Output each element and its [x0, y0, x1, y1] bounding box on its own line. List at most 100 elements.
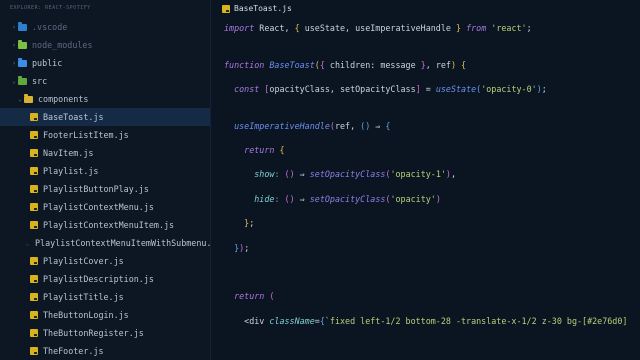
javascript-file-icon — [30, 131, 38, 139]
code-area[interactable]: import React, { useState, useImperativeH… — [212, 17, 640, 360]
code-token: ⇒ — [294, 193, 310, 204]
tree-file[interactable]: PlaylistContextMenuItem.js — [0, 216, 210, 234]
code-line: show: () ⇒ setOpacityClass('opacity-1'), — [224, 167, 456, 181]
code-line: }); — [224, 241, 249, 255]
javascript-file-icon — [30, 113, 38, 121]
tree-item-label: TheButtonRegister.js — [43, 328, 144, 338]
tab-basetoast[interactable]: BaseToast.js — [212, 0, 302, 17]
javascript-file-icon — [30, 203, 38, 211]
code-token: setOpacityClass — [309, 169, 386, 180]
code-token: 'opacity' — [390, 193, 436, 204]
tree-item-label: PlaylistTitle.js — [43, 292, 124, 302]
tree-file[interactable]: PlaylistCover.js — [0, 252, 210, 270]
javascript-file-icon — [30, 293, 38, 301]
tree-item-label: TheButtonLogin.js — [43, 310, 129, 320]
code-line: <div className={`fixed left-1/2 bottom-2… — [224, 314, 627, 328]
folder-icon — [18, 39, 27, 49]
code-token: useState, useImperativeHandle — [299, 23, 456, 33]
tree-file[interactable]: PlaylistDescription.js — [0, 270, 210, 288]
chevron-right-icon[interactable]: › — [10, 60, 18, 67]
tree-file[interactable]: NavItem.js — [0, 144, 210, 162]
tree-folder[interactable]: › public — [0, 54, 210, 72]
code-editor[interactable]: BaseToast.js import React, { useState, u… — [212, 0, 640, 360]
code-token: ; — [526, 23, 532, 33]
tree-file[interactable]: TheButtonRegister.js — [0, 324, 210, 342]
chevron-right-icon[interactable]: › — [10, 24, 18, 31]
tree-item-label: public — [32, 58, 63, 68]
code-line: return { — [224, 143, 285, 157]
code-token: BaseToast — [269, 59, 315, 70]
tree-file[interactable]: PlaylistButtonPlay.js — [0, 180, 210, 198]
javascript-file-icon — [30, 347, 38, 355]
tree-item-label: PlaylistButtonPlay.js — [43, 184, 149, 194]
tree-file[interactable]: PlaylistContextMenuItemWithSubmenu.js — [0, 234, 211, 252]
code-token: return — [234, 291, 265, 302]
tree-item-label: PlaylistContextMenuItemWithSubmenu.js — [35, 238, 211, 248]
tree-item-label: PlaylistDescription.js — [43, 274, 154, 284]
tree-folder[interactable]: › node_modules — [0, 36, 210, 54]
javascript-file-icon — [30, 329, 38, 337]
javascript-file-icon — [30, 167, 38, 175]
tree-file[interactable]: TheButtonLogin.js — [0, 306, 210, 324]
tree-item-label: components — [38, 94, 89, 104]
code-line: return ( — [224, 289, 274, 303]
javascript-file-icon — [30, 185, 38, 193]
code-token: useState — [435, 84, 477, 94]
explorer-sidebar: EXPLORER: REACT-SPOTIFY › .vscode › node_mo… — [0, 0, 211, 360]
tree-file[interactable]: Playlist.js — [0, 162, 210, 180]
tree-folder[interactable]: ⌄ src — [0, 72, 210, 90]
javascript-file-icon — [30, 257, 38, 265]
chevron-down-icon[interactable]: ⌄ — [10, 78, 18, 85]
code-line: useImperativeHandle(ref, () ⇒ { — [224, 119, 390, 133]
code-token: ; — [244, 242, 250, 253]
code-token: = — [420, 84, 436, 94]
code-token: useImperativeHandle — [234, 120, 330, 131]
code-token: ) — [435, 193, 441, 204]
code-token: React, — [254, 23, 295, 33]
code-token: setOpacityClass — [309, 193, 386, 204]
tree-folder[interactable]: › .vscode — [0, 18, 210, 36]
chevron-right-icon[interactable]: › — [10, 42, 18, 49]
code-token: import — [224, 23, 255, 33]
code-token: ( — [269, 291, 275, 302]
tree-file[interactable]: PlaylistTitle.js — [0, 288, 210, 306]
code-line: hide: () ⇒ setOpacityClass('opacity') — [224, 192, 441, 206]
code-token: () — [284, 193, 295, 204]
folder-icon — [18, 57, 27, 67]
tree-item-label: PlaylistContextMenu.js — [43, 202, 154, 212]
code-line: function BaseToast({ children: message }… — [224, 58, 466, 72]
code-token: function — [224, 59, 265, 70]
code-token: `fixed left-1/2 bottom-28 -translate-x-1… — [324, 315, 628, 326]
tree-item-label: PlaylistContextMenuItem.js — [43, 220, 175, 230]
tree-item-label: TheFooter.js — [43, 346, 104, 356]
tree-item-label: src — [32, 76, 48, 86]
tree-file[interactable]: FooterListItem.js — [0, 126, 210, 144]
javascript-file-icon — [30, 311, 38, 319]
code-token: opacityClass, setOpacityClass — [269, 84, 416, 94]
tab-label: BaseToast.js — [234, 4, 292, 13]
javascript-file-icon — [30, 275, 38, 283]
code-token: ⇒ — [294, 169, 310, 180]
tree-file[interactable]: TheFooter.js — [0, 342, 210, 360]
code-line: import React, { useState, useImperativeH… — [224, 21, 532, 35]
code-token: { — [461, 59, 467, 70]
tree-file[interactable]: PlaylistContextMenu.js — [0, 198, 210, 216]
tree-file[interactable]: BaseToast.js — [0, 108, 210, 126]
code-token: ⇒ — [370, 120, 386, 131]
code-line: }; — [224, 216, 254, 230]
tree-folder[interactable]: ⌄ components — [0, 90, 210, 108]
code-token: { — [279, 145, 285, 155]
code-token: className — [269, 315, 315, 326]
code-token: from — [466, 23, 487, 33]
folder-icon — [18, 75, 27, 85]
folder-icon — [18, 21, 27, 31]
chevron-down-icon[interactable]: ⌄ — [16, 96, 24, 103]
tree-item-label: Playlist.js — [43, 166, 99, 176]
